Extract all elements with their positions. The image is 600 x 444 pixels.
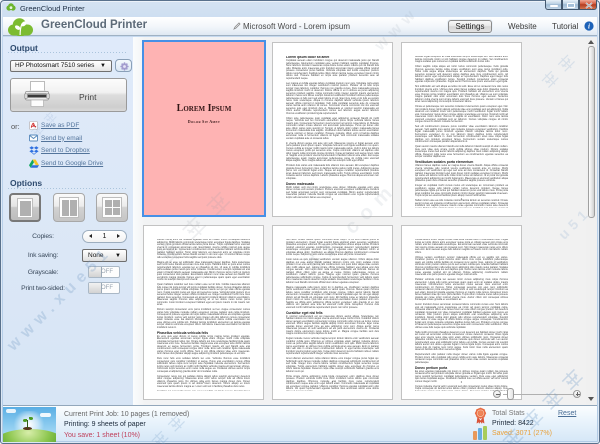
svg-text:i: i — [588, 23, 590, 31]
